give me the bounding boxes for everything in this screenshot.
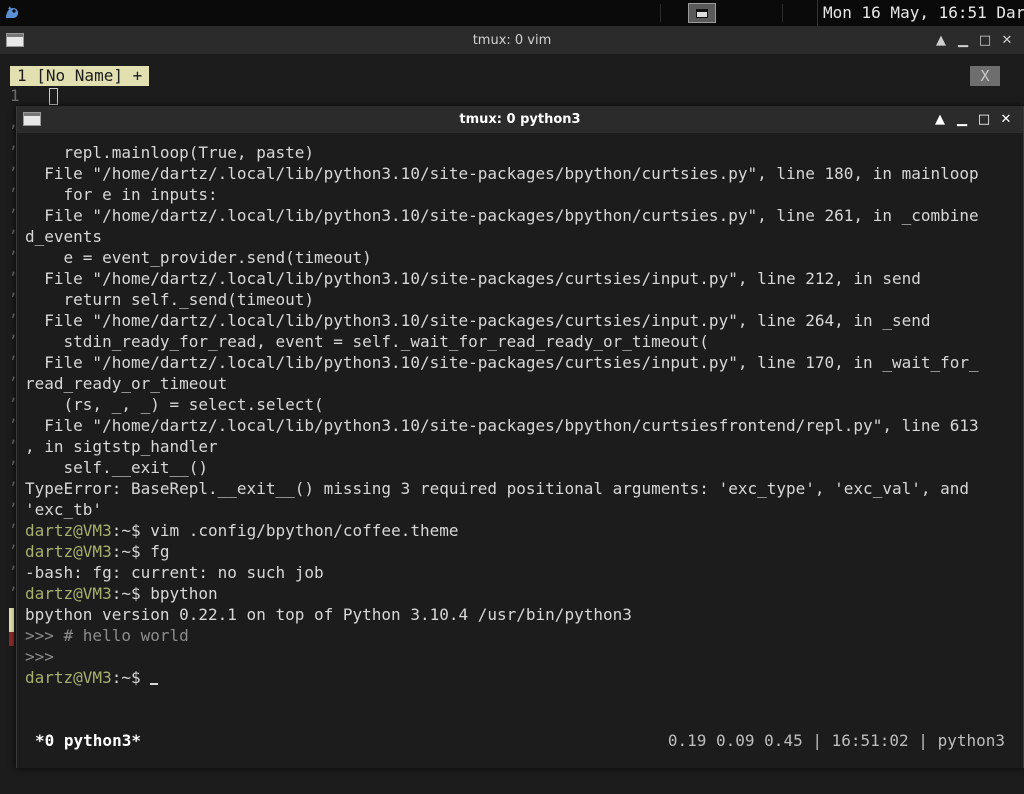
close-icon[interactable]: ✕ [998,32,1016,50]
terminal-line: stdin_ready_for_read, event = self._wait… [25,331,1017,352]
tmux-status-right: 0.19 0.09 0.45 | 16:51:02 | python3 [667,731,1005,750]
terminal-text: e = event_provider.send(timeout) [25,248,372,267]
shade-up-icon[interactable]: ▲ [932,32,950,50]
terminal-text: read_ready_or_timeout [25,374,228,393]
prompt-command: bpython [140,584,218,603]
terminal-text: , in sigtstp_handler [25,437,218,456]
terminal-line: dartz@VM3:~$ bpython [25,583,1017,604]
terminal-text: 'exc_tb' [25,500,103,519]
repl-history-line: >>> # hello world [25,626,189,645]
terminal-line: -bash: fg: current: no such job [25,562,1017,583]
clock-datetime: Mon 16 May, 16:51 [823,3,987,22]
terminal-line: 'exc_tb' [25,499,1017,520]
window-controls: ▲ ▁ □ ✕ [931,106,1015,133]
prompt-path: :~$ [111,584,141,603]
vim-cursor [49,88,58,105]
vim-tab[interactable]: 1 [No Name] + [10,66,150,86]
minimize-icon[interactable]: ▁ [953,111,971,129]
terminal-text: return self._send(timeout) [25,290,314,309]
prompt-command [141,668,151,687]
window-title: tmux: 0 python3 [459,112,581,127]
terminal-line: dartz@VM3:~$ [25,667,1017,688]
prompt-user: dartz@VM3 [25,584,112,603]
terminal-line: File "/home/dartz/.local/lib/python3.10/… [25,352,1017,373]
terminal-line: File "/home/dartz/.local/lib/python3.10/… [25,268,1017,289]
taskbar-window-button[interactable] [688,3,716,23]
close-icon[interactable]: ✕ [997,111,1015,129]
vim-statusline-edge [9,608,14,632]
terminal-line: File "/home/dartz/.local/lib/python3.10/… [25,205,1017,226]
prompt-path: :~$ [111,668,141,687]
terminal-line: bpython version 0.22.1 on top of Python … [25,604,1017,625]
terminal-line: e = event_provider.send(timeout) [25,247,1017,268]
prompt-path: :~$ [111,542,141,561]
terminal-text: repl.mainloop(True, paste) [25,143,314,162]
terminal-output[interactable]: repl.mainloop(True, paste) File "/home/d… [25,142,1017,688]
python3-window[interactable]: tmux: 0 python3 ▲ ▁ □ ✕ repl.mainloop(Tr… [16,106,1024,768]
app-menu-icon[interactable] [3,4,21,22]
tmux-window-indicator[interactable]: *0 python3* [35,728,141,754]
terminal-line: File "/home/dartz/.local/lib/python3.10/… [25,163,1017,184]
maximize-icon[interactable]: □ [976,32,994,50]
terminal-text: -bash: fg: current: no such job [25,563,324,582]
top-panel: Mon 16 May, 16:51 Dartz [0,0,1024,27]
window-controls: ▲ ▁ □ ✕ [932,27,1016,54]
terminal-line: File "/home/dartz/.local/lib/python3.10/… [25,415,1017,436]
terminal-line: self.__exit__() [25,457,1017,478]
prompt-user: dartz@VM3 [25,521,112,540]
terminal-line: d_events [25,226,1017,247]
tmux-status-bar: *0 python3* 0.19 0.09 0.45 | 16:51:02 | … [17,728,1023,754]
panel-separator [660,4,661,22]
terminal-text: stdin_ready_for_read, event = self._wait… [25,332,709,351]
prompt-user: dartz@VM3 [25,542,112,561]
terminal-text: self.__exit__() [25,458,209,477]
terminal-line: repl.mainloop(True, paste) [25,142,1017,163]
maximize-icon[interactable]: □ [975,111,993,129]
terminal-line: File "/home/dartz/.local/lib/python3.10/… [25,310,1017,331]
terminal-text: d_events [25,227,103,246]
vim-window-titlebar[interactable]: tmux: 0 vim ▲ ▁ □ ✕ [0,27,1024,54]
shade-up-icon[interactable]: ▲ [931,111,949,129]
repl-history-line: >>> [25,647,54,666]
terminal-text: File "/home/dartz/.local/lib/python3.10/… [25,353,979,372]
terminal-line: >>> [25,646,1017,667]
window-title: tmux: 0 vim [472,33,552,48]
vim-message-edge [9,632,14,646]
terminal-line: (rs, _, _) = select.select( [25,394,1017,415]
terminal-text: File "/home/dartz/.local/lib/python3.10/… [25,416,979,435]
terminal-line: dartz@VM3:~$ fg [25,541,1017,562]
terminal-text: File "/home/dartz/.local/lib/python3.10/… [25,311,931,330]
panel-clock[interactable]: Mon 16 May, 16:51 Dartz [817,0,1024,26]
terminal-line: >>> # hello world [25,625,1017,646]
terminal-text: (rs, _, _) = select.select( [25,395,324,414]
terminal-text: File "/home/dartz/.local/lib/python3.10/… [25,269,921,288]
panel-separator [782,4,783,22]
prompt-path: :~$ [111,521,141,540]
terminal-line: TypeError: BaseRepl.__exit__() missing 3… [25,478,1017,499]
terminal-text: File "/home/dartz/.local/lib/python3.10/… [25,206,979,225]
python3-window-titlebar[interactable]: tmux: 0 python3 ▲ ▁ □ ✕ [17,106,1023,133]
minimize-icon[interactable]: ▁ [954,32,972,50]
panel-username: Dartz [996,3,1024,22]
window-icon [696,9,708,18]
terminal-text: File "/home/dartz/.local/lib/python3.10/… [25,164,979,183]
terminal-line: return self._send(timeout) [25,289,1017,310]
vim-line-number: 1 [10,86,20,105]
terminal-text: bpython version 0.22.1 on top of Python … [25,605,632,624]
terminal-text: for e in inputs: [25,185,218,204]
prompt-command: fg [140,542,170,561]
terminal-line: for e in inputs: [25,184,1017,205]
terminal-line: , in sigtstp_handler [25,436,1017,457]
vim-close-tab-button[interactable]: X [970,66,1000,86]
prompt-user: dartz@VM3 [25,668,112,687]
prompt-command: vim .config/bpython/coffee.theme [140,521,459,540]
terminal-text: TypeError: BaseRepl.__exit__() missing 3… [25,479,970,498]
terminal-line: read_ready_or_timeout [25,373,1017,394]
terminal-cursor [150,683,159,685]
terminal-line: dartz@VM3:~$ vim .config/bpython/coffee.… [25,520,1017,541]
